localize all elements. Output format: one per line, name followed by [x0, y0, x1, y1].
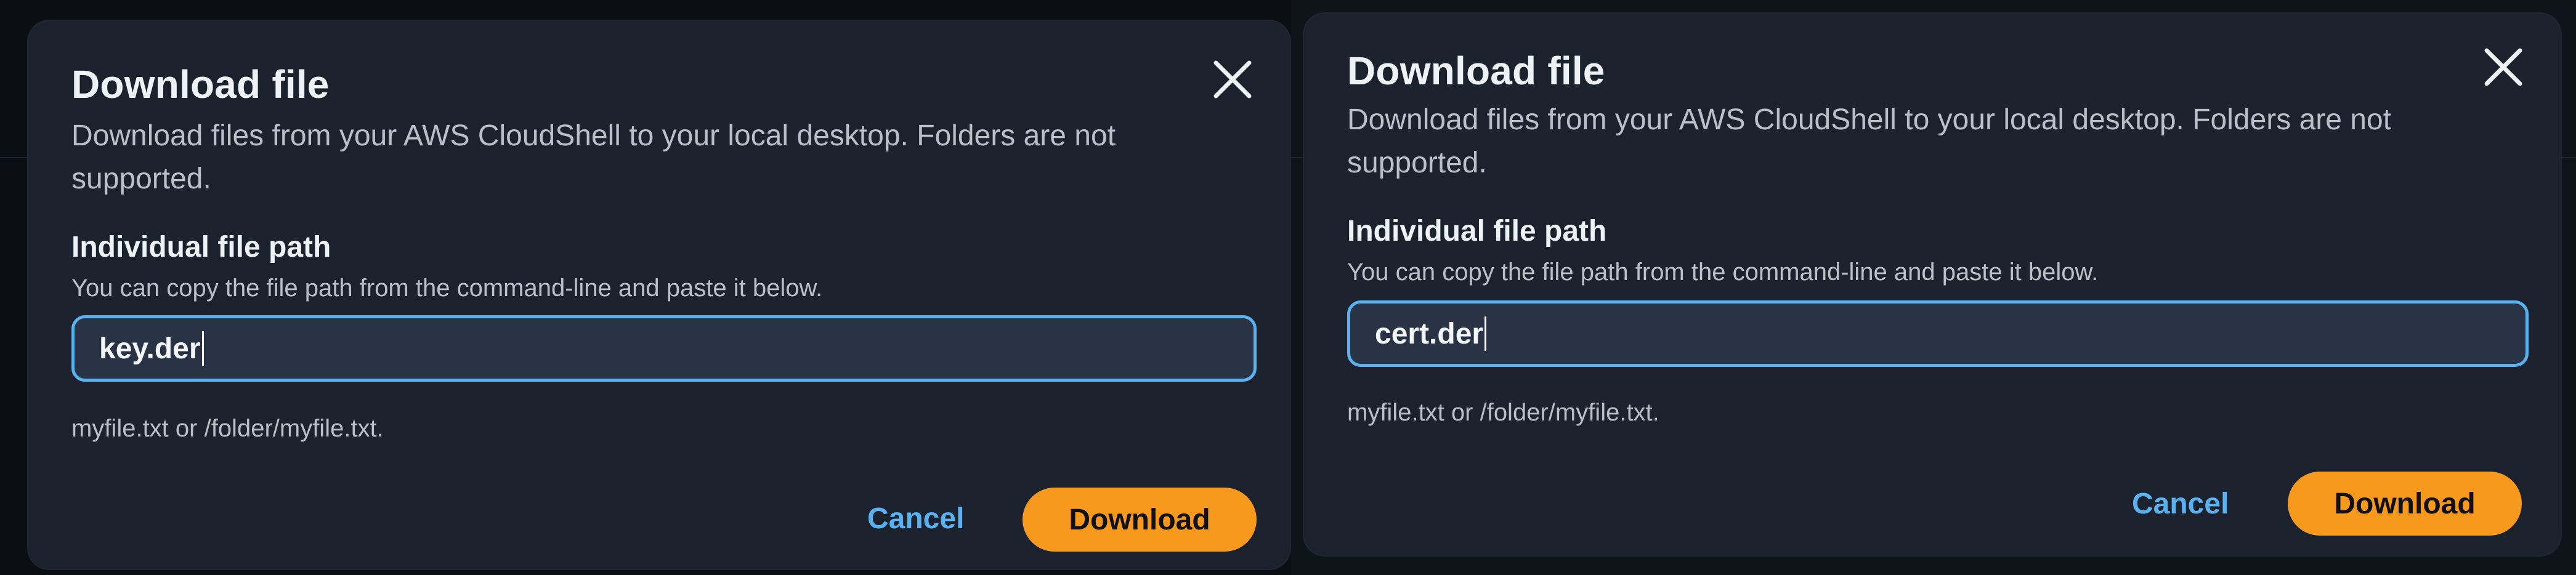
- file-path-hint: You can copy the file path from the comm…: [71, 275, 823, 302]
- file-path-constraint: myfile.txt or /folder/myfile.txt.: [1347, 399, 1659, 426]
- file-path-hint: You can copy the file path from the comm…: [1347, 259, 2099, 286]
- close-icon: [1213, 60, 1252, 99]
- file-path-label: Individual file path: [71, 231, 331, 263]
- file-path-input[interactable]: cert.der: [1347, 300, 2529, 367]
- close-button[interactable]: [1211, 58, 1254, 101]
- download-button[interactable]: Download: [1023, 488, 1257, 552]
- download-file-dialog: Download file Download files from your A…: [1304, 14, 2561, 555]
- file-path-value: key.der: [99, 332, 201, 365]
- text-caret: [1484, 316, 1487, 351]
- file-path-constraint: myfile.txt or /folder/myfile.txt.: [71, 415, 384, 442]
- cancel-button[interactable]: Cancel: [2132, 473, 2229, 534]
- dialog-title: Download file: [71, 62, 330, 107]
- file-path-label: Individual file path: [1347, 215, 1607, 247]
- close-icon: [2484, 48, 2522, 86]
- dialog-description: Download files from your AWS CloudShell …: [71, 119, 1116, 195]
- file-path-value: cert.der: [1375, 317, 1484, 350]
- download-file-dialog: Download file Download files from your A…: [28, 21, 1290, 569]
- file-path-input[interactable]: key.der: [71, 315, 1257, 382]
- close-button[interactable]: [2482, 46, 2525, 89]
- cancel-button[interactable]: Cancel: [867, 488, 964, 549]
- dialog-title: Download file: [1347, 49, 1605, 93]
- text-caret: [201, 331, 204, 366]
- dialog-description: Download files from your AWS CloudShell …: [1347, 103, 2392, 179]
- download-button[interactable]: Download: [2288, 472, 2522, 536]
- screenshot-stage: Download file Download files from your A…: [0, 0, 2576, 575]
